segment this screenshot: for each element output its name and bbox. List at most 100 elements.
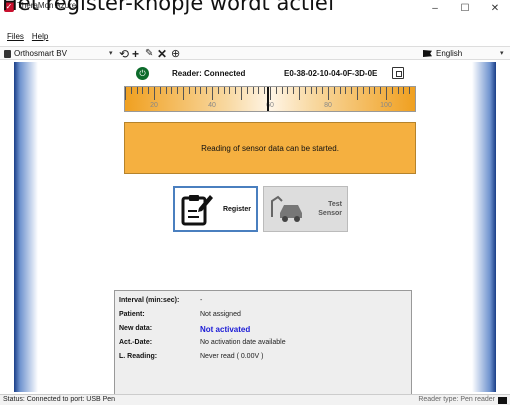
gauge-tick-label: 100	[380, 102, 392, 109]
gauge-tick	[293, 87, 295, 94]
gauge-tick	[322, 87, 324, 94]
info-value: Not activated	[200, 325, 251, 334]
toolbar: Orthosmart BV ▾ ⟲ + ✎ ✕ ⊕ English ▾	[0, 46, 510, 61]
building-icon	[4, 49, 11, 58]
gauge-tick	[246, 87, 248, 94]
gauge-tick	[270, 87, 271, 100]
menu-files[interactable]: Files	[7, 32, 24, 44]
gauge-tick	[241, 87, 242, 100]
gauge-tick	[142, 87, 144, 94]
info-label: Act.-Date:	[119, 339, 153, 346]
gauge-tick	[275, 87, 277, 94]
info-panel: Interval (min:sec): - Patient: Not assig…	[114, 290, 412, 396]
chevron-down-icon[interactable]: ▾	[109, 49, 113, 57]
info-row: New data: Not activated	[115, 323, 413, 335]
company-name: Orthosmart BV	[14, 49, 67, 58]
gauge-tick	[130, 87, 132, 94]
gauge-tick	[391, 87, 393, 94]
register-label: Register	[222, 205, 251, 213]
info-value: No activation date available	[200, 339, 286, 346]
gauge-tick	[281, 87, 283, 94]
info-value: Not assigned	[200, 311, 241, 318]
gauge-tick	[310, 87, 312, 94]
pen-reader-icon	[498, 397, 507, 404]
gauge-tick	[159, 87, 161, 94]
status-text: Status: Connected to port: USB Pen	[3, 396, 116, 403]
gauge-tick	[258, 87, 260, 94]
info-row: L. Reading: Never read ( 0.00V )	[115, 351, 413, 363]
status-bar: Status: Connected to port: USB Pen Reade…	[0, 394, 510, 405]
message-box: Reading of sensor data can be started.	[124, 122, 416, 174]
clipboard-edit-icon	[181, 195, 213, 226]
info-row: Patient: Not assigned	[115, 309, 413, 321]
gauge-tick	[345, 87, 347, 94]
gauge-tick	[136, 87, 138, 94]
gauge-tick	[188, 87, 190, 94]
chip-icon[interactable]	[392, 67, 404, 79]
info-label: Patient:	[119, 311, 145, 318]
reader-status: Reader: Connected	[172, 69, 246, 78]
gauge-tick	[217, 87, 219, 94]
reader-id: E0-38-02-10-04-0F-3D-0E	[284, 69, 378, 78]
gauge-tick	[339, 87, 341, 94]
content-area: ⏻ Reader: Connected E0-38-02-10-04-0F-3D…	[38, 62, 472, 396]
gauge-tick	[165, 87, 167, 94]
edit-icon[interactable]: ✎	[145, 47, 153, 61]
gauge-tick	[304, 87, 306, 94]
gauge-tick	[194, 87, 196, 94]
info-value: Never read ( 0.00V )	[200, 353, 264, 360]
gauge-tick	[397, 87, 399, 94]
reader-type-text: Reader type: Pen reader	[418, 396, 495, 403]
gauge-tick	[386, 87, 387, 100]
gauge-tick	[328, 87, 329, 100]
gauge-tick	[212, 87, 213, 100]
gauge-tick	[252, 87, 254, 94]
gauge-tick	[368, 87, 370, 94]
gauge-tick	[264, 87, 266, 94]
test-sensor-button[interactable]: Test Sensor	[263, 186, 348, 232]
main-stage: ⏻ Reader: Connected E0-38-02-10-04-0F-3D…	[14, 62, 496, 396]
car-service-icon	[271, 195, 302, 222]
gauge-tick	[171, 87, 173, 94]
register-button[interactable]: Register	[173, 186, 258, 232]
voltage-gauge: 20 40 60 80 100	[124, 86, 416, 112]
test-sensor-label: Test Sensor	[304, 200, 347, 218]
gauge-tick	[125, 87, 126, 100]
menu-help[interactable]: Help	[32, 32, 48, 44]
gauge-tick	[148, 87, 150, 94]
menu-bar: Files Help	[0, 32, 510, 44]
gauge-tick	[177, 87, 179, 94]
gauge-tick	[229, 87, 231, 94]
message-text: Reading of sensor data can be started.	[201, 143, 339, 153]
page: ✓ TheraMon Azure – ☐ ✕ Het register-knop…	[0, 0, 510, 405]
add-icon[interactable]: +	[132, 47, 139, 61]
delete-icon[interactable]: ✕	[157, 47, 167, 61]
gauge-needle	[267, 87, 270, 111]
gauge-tick	[409, 87, 411, 94]
company-selector[interactable]: Orthosmart BV	[4, 49, 67, 58]
gauge-tick	[333, 87, 335, 94]
gauge-tick	[362, 87, 364, 94]
language-selector[interactable]: English	[423, 49, 462, 58]
gauge-tick-label: 80	[324, 102, 332, 109]
refresh-icon[interactable]: ⟲	[119, 47, 129, 61]
gauge-tick	[287, 87, 289, 94]
language-label: English	[436, 49, 463, 58]
test-label-line1: Test	[328, 201, 342, 208]
gauge-tick	[357, 87, 358, 100]
reader-bar: ⏻ Reader: Connected E0-38-02-10-04-0F-3D…	[38, 66, 472, 82]
gauge-tick	[206, 87, 208, 94]
info-row: Act.-Date: No activation date available	[115, 337, 413, 349]
gauge-tick	[351, 87, 353, 94]
language-chevron-icon[interactable]: ▾	[500, 49, 504, 57]
gauge-tick	[316, 87, 318, 94]
info-value: -	[200, 297, 203, 304]
gauge-tick	[403, 87, 405, 94]
gauge-tick	[380, 87, 382, 94]
info-label: New data:	[119, 325, 153, 332]
gauge-tick	[415, 87, 416, 100]
gauge-tick	[154, 87, 155, 100]
info-label: Interval (min:sec):	[119, 297, 180, 304]
globe-icon[interactable]: ⊕	[171, 47, 180, 61]
power-icon: ⏻	[136, 67, 149, 80]
